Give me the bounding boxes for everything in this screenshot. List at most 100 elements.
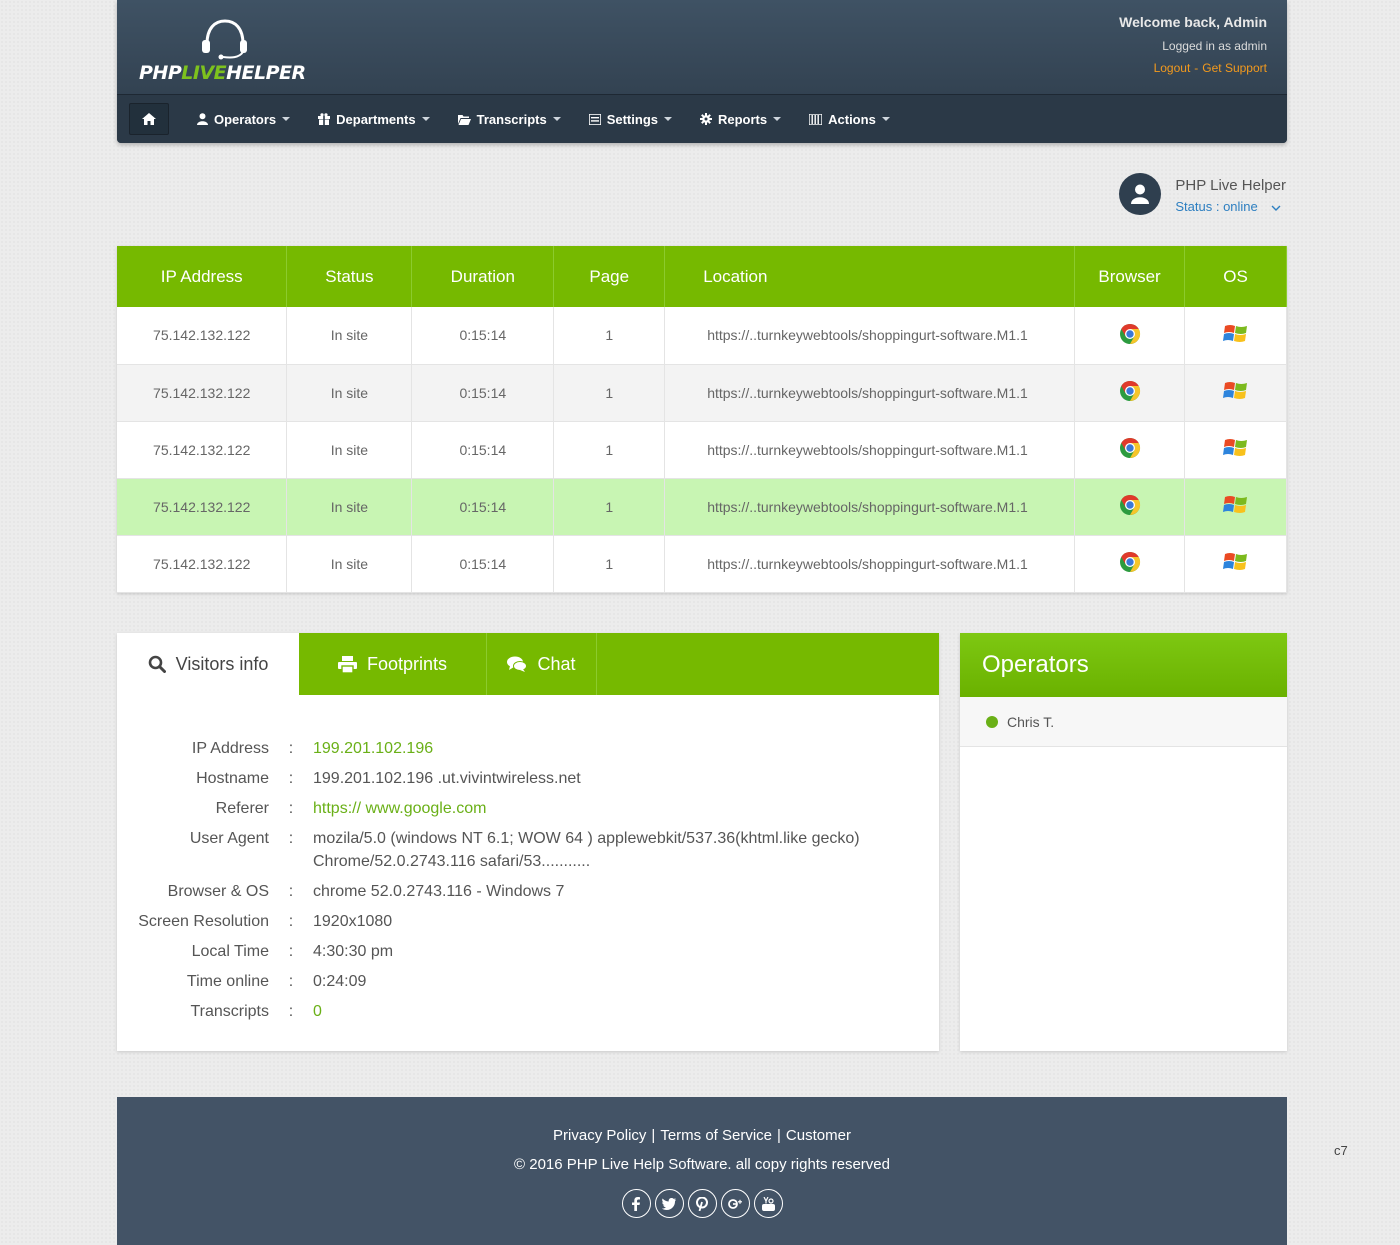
info-row: IP Address : 199.201.102.196 <box>117 737 939 760</box>
nav-departments[interactable]: Departments <box>318 112 430 127</box>
avatar[interactable] <box>1119 173 1162 215</box>
col-ip-address[interactable]: IP Address <box>117 246 288 307</box>
chrome-icon <box>1119 494 1140 516</box>
chrome-icon <box>1119 551 1140 573</box>
terms-of-service-link[interactable]: Terms of Service <box>660 1127 772 1144</box>
nav-reports[interactable]: Reports <box>700 112 782 127</box>
caret-down-icon <box>421 117 430 121</box>
col-location[interactable]: Location <box>664 246 1076 307</box>
logo-helper: HELPER <box>226 62 306 84</box>
cell-page: 1 <box>553 307 666 365</box>
col-status[interactable]: Status <box>286 246 413 307</box>
cell-status: In site <box>286 535 413 593</box>
caret-down-icon <box>282 117 291 121</box>
cell-location: https://..turnkeywebtools/shoppingurt-so… <box>664 421 1076 479</box>
info-label: User Agent <box>189 830 269 847</box>
facebook-icon[interactable] <box>621 1189 651 1218</box>
app-header: PHPLIVEHELPER Welcome back, Admin Logged… <box>117 0 1287 143</box>
info-value: https:// www.google.com <box>313 800 487 817</box>
cell-os <box>1184 421 1287 479</box>
user-box: Welcome back, Admin Logged in as admin L… <box>1119 14 1267 75</box>
get-support-link[interactable]: Get Support <box>1202 61 1267 75</box>
cell-status: In site <box>286 307 413 365</box>
info-row: Local Time : 4:30:30 pm <box>117 940 939 963</box>
main-navbar: Operators Departments Transcripts Settin… <box>117 94 1287 143</box>
chevron-down-icon <box>1271 199 1281 214</box>
tab-footprints[interactable]: Footprints <box>299 633 487 695</box>
privacy-policy-link[interactable]: Privacy Policy <box>553 1127 646 1144</box>
nav-actions[interactable]: Actions <box>809 112 890 127</box>
twitter-icon[interactable] <box>654 1189 684 1218</box>
operator-name: Chris T. <box>1007 713 1055 730</box>
info-value: mozila/5.0 (windows NT 6.1; WOW 64 ) app… <box>313 830 860 870</box>
page-code-label: c7 <box>1334 1143 1348 1158</box>
operator-item[interactable]: Chris T. <box>960 697 1287 747</box>
cell-location: https://..turnkeywebtools/shoppingurt-so… <box>664 307 1076 365</box>
info-row: Screen Resolution : 1920x1080 <box>117 910 939 933</box>
nav-transcripts[interactable]: Transcripts <box>457 111 561 127</box>
copyright-text: © 2016 PHP Live Help Software. all copy … <box>514 1156 890 1173</box>
cell-page: 1 <box>553 535 666 593</box>
cell-duration: 0:15:14 <box>411 421 555 479</box>
col-browser[interactable]: Browser <box>1074 246 1186 307</box>
profile-name: PHP Live Helper <box>1175 177 1286 194</box>
info-colon: : <box>288 1003 294 1020</box>
customer-link[interactable]: Customer <box>786 1127 851 1144</box>
info-row: User Agent : mozila/5.0 (windows NT 6.1;… <box>117 827 939 873</box>
cell-ip: 75.142.132.122 <box>117 478 288 536</box>
nav-operators[interactable]: Operators <box>197 111 291 127</box>
welcome-text: Welcome back, Admin <box>1119 14 1267 30</box>
table-row[interactable]: 75.142.132.122 In site 0:15:14 1 https:/… <box>117 478 1287 536</box>
nav-transcripts-label: Transcripts <box>476 111 547 127</box>
col-page[interactable]: Page <box>553 246 666 307</box>
tab-chat[interactable]: Chat <box>487 633 597 695</box>
table-row[interactable]: 75.142.132.122 In site 0:15:14 1 https:/… <box>117 421 1287 479</box>
table-row[interactable]: 75.142.132.122 In site 0:15:14 1 https:/… <box>117 535 1287 593</box>
cell-duration: 0:15:14 <box>411 535 555 593</box>
info-value: 0:24:09 <box>313 973 367 990</box>
windows-icon <box>1222 324 1247 342</box>
cell-page: 1 <box>553 478 666 536</box>
cell-browser <box>1074 478 1186 536</box>
nav-operators-label: Operators <box>214 111 277 127</box>
logo-live: LIVE <box>181 62 227 84</box>
cell-ip: 75.142.132.122 <box>117 364 288 422</box>
cell-os <box>1184 364 1287 422</box>
footer-pipe: | <box>777 1127 781 1144</box>
pinterest-icon[interactable] <box>687 1189 717 1218</box>
table-row[interactable]: 75.142.132.122 In site 0:15:14 1 https:/… <box>117 307 1287 365</box>
google-plus-icon[interactable] <box>720 1189 750 1218</box>
footer-links: Privacy Policy | Terms of Service | Customer <box>117 1127 1287 1144</box>
cell-location: https://..turnkeywebtools/shoppingurt-so… <box>664 478 1076 536</box>
col-os[interactable]: OS <box>1184 246 1287 307</box>
table-row[interactable]: 75.142.132.122 In site 0:15:14 1 https:/… <box>117 364 1287 422</box>
tab-visitors-info[interactable]: Visitors info <box>117 633 299 695</box>
cell-browser <box>1074 364 1186 422</box>
col-duration[interactable]: Duration <box>411 246 555 307</box>
info-value: 199.201.102.196 <box>313 740 434 757</box>
info-row: Hostname : 199.201.102.196 .ut.vivintwir… <box>117 767 939 790</box>
nav-actions-label: Actions <box>828 111 876 127</box>
visitor-detail-panel: Visitors info Footprints Chat IP Address… <box>117 633 939 1051</box>
info-row: Transcripts : 0 <box>117 1000 939 1023</box>
windows-icon <box>1222 439 1247 456</box>
info-label: Screen Resolution <box>138 913 269 930</box>
cell-duration: 0:15:14 <box>411 478 555 536</box>
info-label: IP Address <box>191 740 269 757</box>
logout-link[interactable]: Logout <box>1154 61 1191 75</box>
status-dropdown[interactable]: Status : online <box>1175 199 1286 214</box>
nav-settings-label: Settings <box>606 111 658 127</box>
nav-settings[interactable]: Settings <box>588 111 672 127</box>
user-icon <box>197 113 208 125</box>
tab-chat-label: Chat <box>537 653 576 674</box>
info-value: chrome 52.0.2743.116 - Windows 7 <box>313 883 565 900</box>
folder-open-icon <box>457 114 471 125</box>
chrome-icon <box>1119 323 1140 344</box>
profile-text: PHP Live Helper Status : online <box>1175 173 1286 215</box>
footer-pipe: | <box>651 1127 656 1144</box>
youtube-icon[interactable] <box>753 1189 783 1218</box>
caret-down-icon <box>773 117 782 121</box>
logo[interactable]: PHPLIVEHELPER <box>139 18 309 84</box>
home-button[interactable] <box>129 103 169 135</box>
cell-ip: 75.142.132.122 <box>117 421 288 479</box>
